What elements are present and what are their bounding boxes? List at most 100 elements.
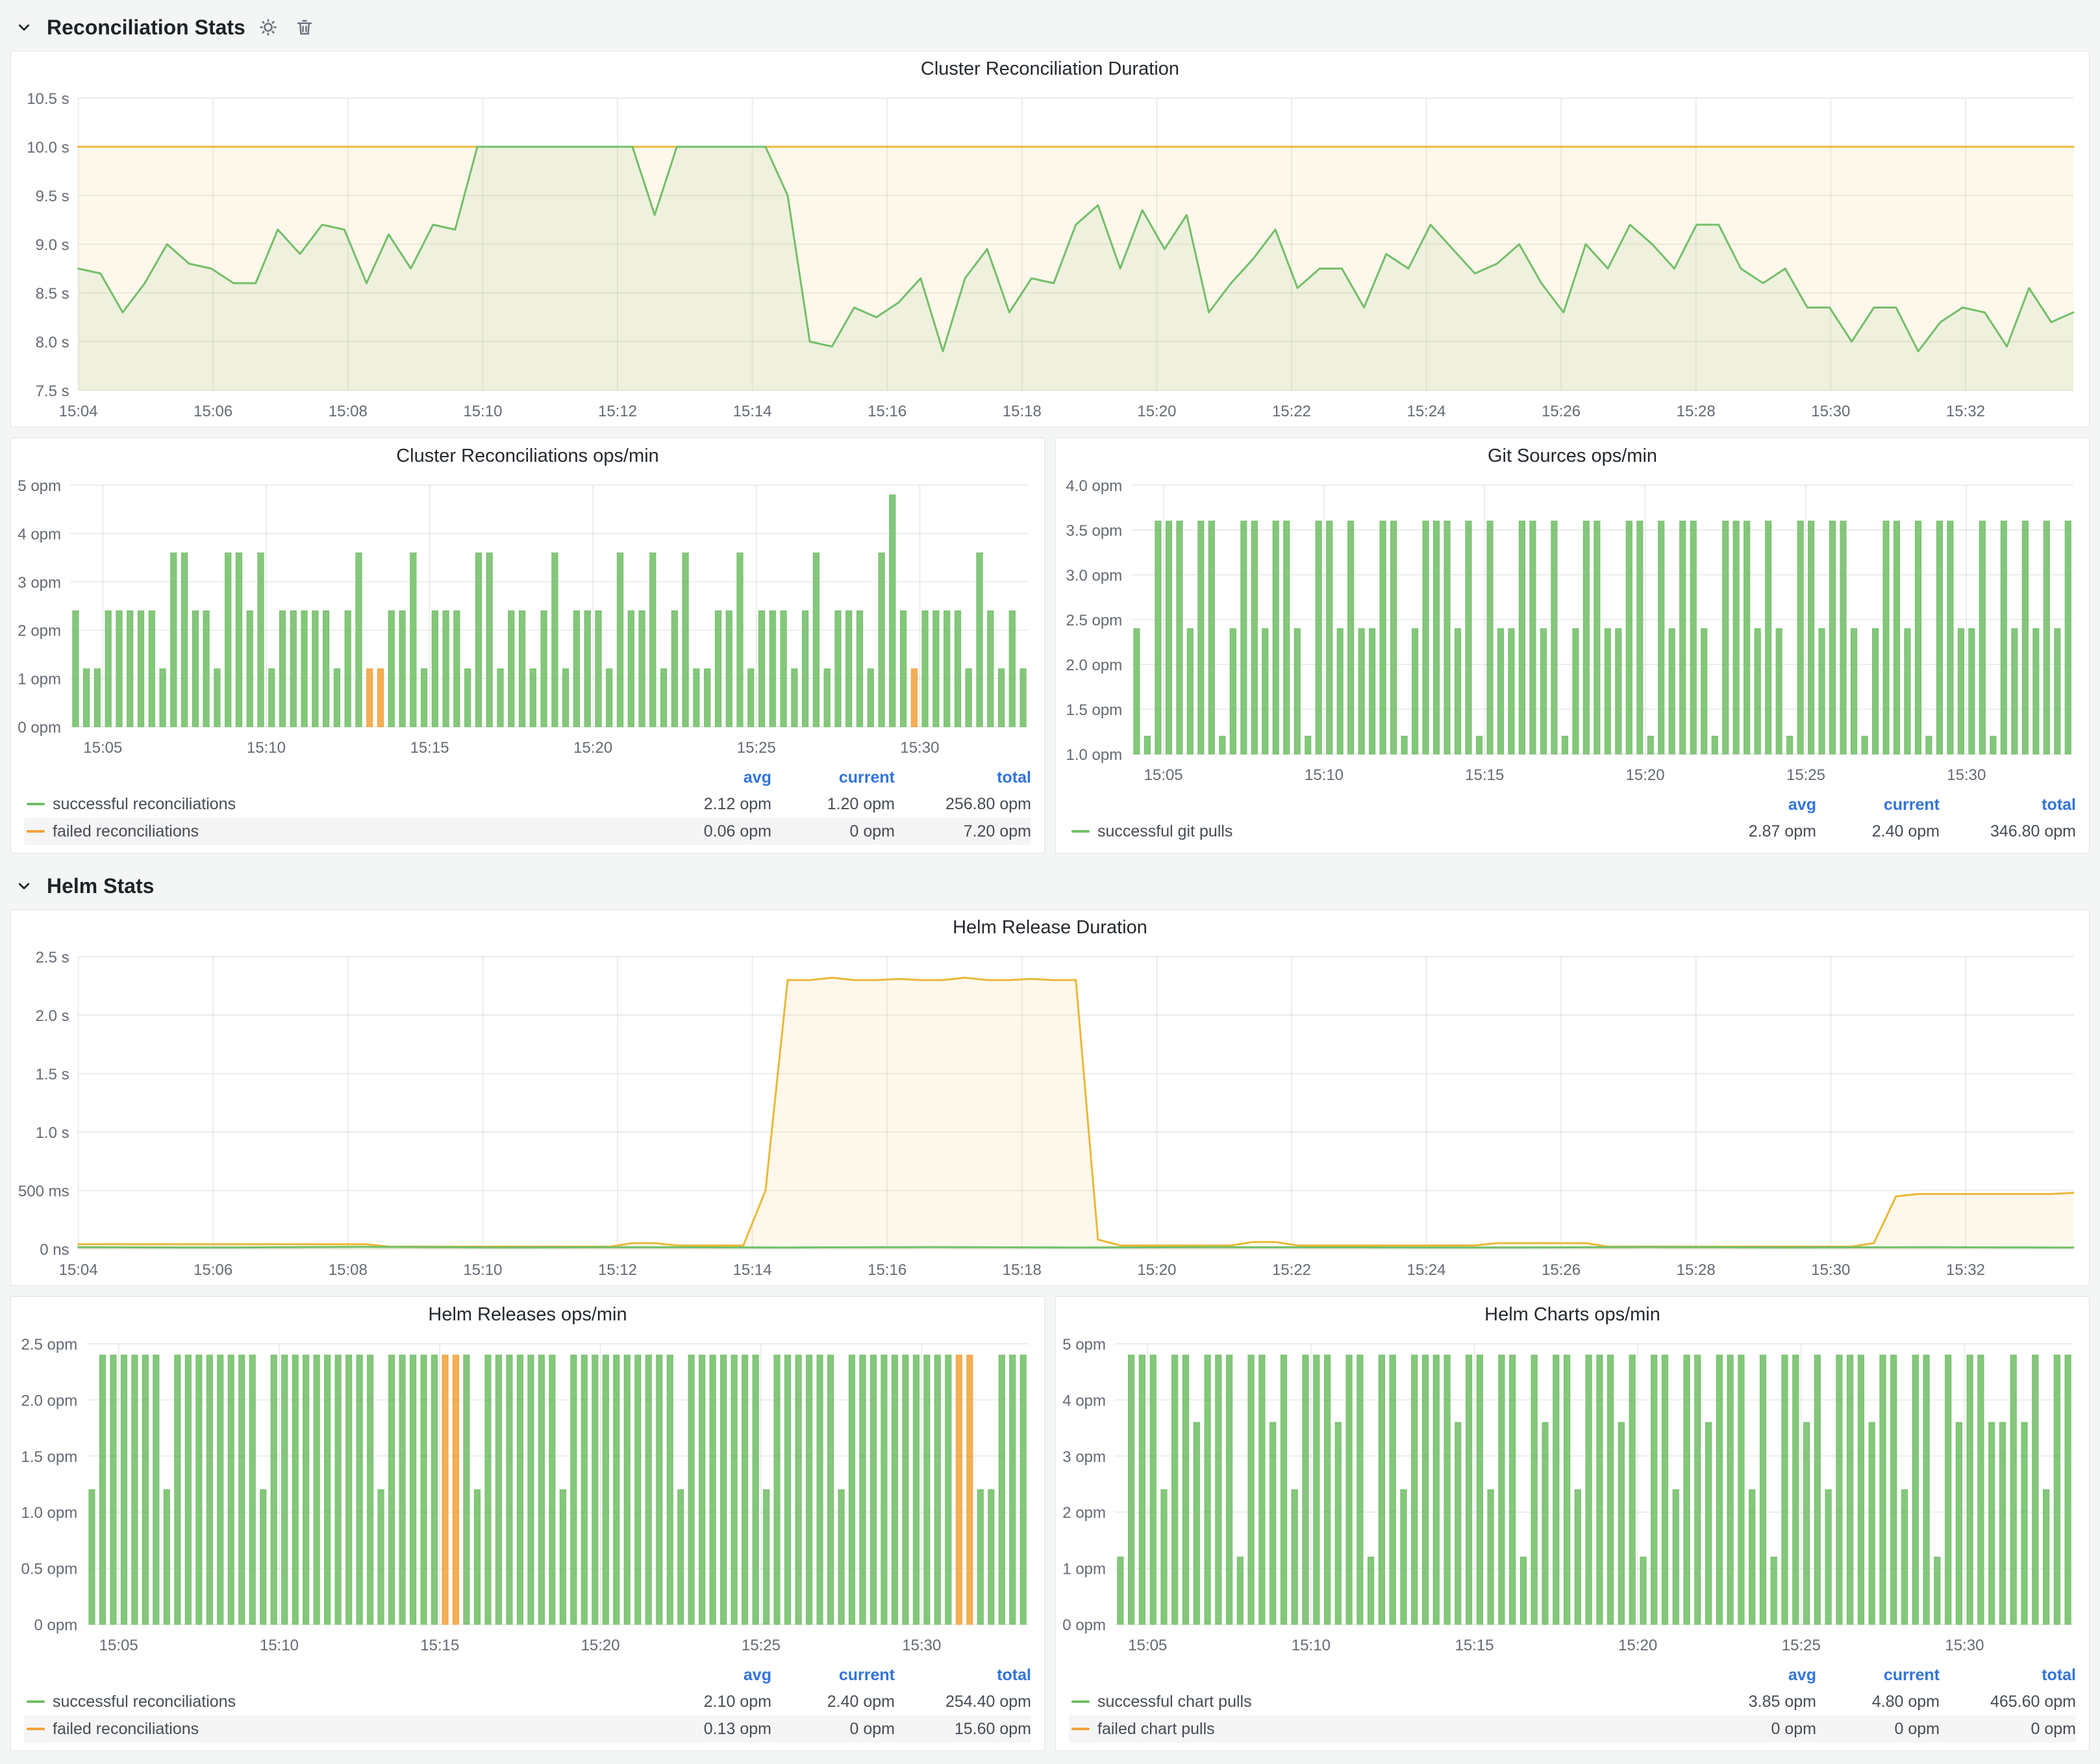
legend-current-value: 4.80 opm [1816, 1693, 1940, 1711]
section-title[interactable]: Helm Stats [47, 874, 154, 898]
svg-text:15:04: 15:04 [59, 1261, 98, 1279]
legend-avg-value: 2.12 opm [648, 795, 771, 814]
legend-col-avg[interactable]: avg [1693, 1666, 1816, 1685]
svg-text:15:25: 15:25 [1786, 766, 1825, 784]
svg-text:1.5 opm: 1.5 opm [1066, 701, 1122, 719]
svg-text:15:25: 15:25 [1782, 1637, 1821, 1654]
panel-helm-charts-opm: Helm Charts ops/min 0 opm1 opm2 opm3 opm… [1055, 1296, 2090, 1751]
helm-charts-chart[interactable]: 0 opm1 opm2 opm3 opm4 opm5 opm15:0515:10… [1056, 1332, 2089, 1661]
panel-title[interactable]: Git Sources ops/min [1056, 438, 2089, 473]
svg-text:15:16: 15:16 [868, 1261, 906, 1279]
legend: avg current total successful git pulls 2… [1056, 790, 2089, 853]
legend-series-toggle[interactable]: failed chart pulls [1069, 1720, 1693, 1739]
svg-text:10.5 s: 10.5 s [27, 90, 69, 108]
svg-text:2.0 s: 2.0 s [36, 1007, 69, 1025]
helm-releases-chart[interactable]: 0 opm0.5 opm1.0 opm1.5 opm2.0 opm2.5 opm… [11, 1332, 1044, 1661]
legend-col-current[interactable]: current [1816, 796, 1940, 814]
svg-text:15:08: 15:08 [329, 403, 368, 420]
svg-text:15:15: 15:15 [420, 1637, 459, 1654]
legend-current-value: 2.40 opm [771, 1693, 895, 1711]
legend-series-toggle[interactable]: successful reconciliations [24, 1693, 648, 1711]
svg-text:9.0 s: 9.0 s [36, 236, 69, 254]
cluster-reconciliations-chart[interactable]: 0 opm1 opm2 opm3 opm4 opm5 opm15:0515:10… [11, 473, 1044, 763]
svg-text:1.5 s: 1.5 s [36, 1066, 69, 1083]
svg-text:2 opm: 2 opm [18, 622, 61, 640]
section-title[interactable]: Reconciliation Stats [47, 16, 245, 40]
series-swatch [27, 803, 45, 805]
legend-total-value: 7.20 opm [895, 822, 1031, 841]
svg-text:9.5 s: 9.5 s [36, 188, 69, 205]
svg-text:15:05: 15:05 [99, 1637, 138, 1654]
legend-col-total[interactable]: total [1940, 1666, 2076, 1685]
svg-text:15:10: 15:10 [463, 1261, 502, 1279]
section-collapse-chevron-icon[interactable] [10, 14, 38, 41]
legend-col-avg[interactable]: avg [648, 768, 771, 787]
panel-title[interactable]: Cluster Reconciliation Duration [11, 51, 2089, 86]
svg-text:15:15: 15:15 [1455, 1637, 1494, 1654]
svg-text:15:25: 15:25 [737, 739, 776, 757]
legend-col-current[interactable]: current [771, 1666, 895, 1685]
svg-text:15:22: 15:22 [1272, 1261, 1311, 1279]
legend-total-value: 346.80 opm [1940, 822, 2076, 841]
svg-text:1 opm: 1 opm [1062, 1561, 1106, 1578]
legend-col-total[interactable]: total [895, 1666, 1031, 1685]
panel-cluster-reconciliation-duration: Cluster Reconciliation Duration 7.5 s8.0… [10, 51, 2090, 427]
svg-text:3.0 opm: 3.0 opm [1066, 567, 1122, 585]
legend-series-toggle[interactable]: failed reconciliations [24, 1720, 648, 1739]
gear-icon[interactable] [255, 14, 282, 41]
svg-text:15:20: 15:20 [573, 739, 612, 757]
legend-total-value: 465.60 opm [1940, 1693, 2076, 1711]
legend-series-toggle[interactable]: successful chart pulls [1069, 1693, 1693, 1711]
panel-git-sources-opm: Git Sources ops/min 1.0 opm1.5 opm2.0 op… [1055, 438, 2090, 853]
legend-series-toggle[interactable]: successful reconciliations [24, 795, 648, 814]
svg-text:15:12: 15:12 [598, 1261, 637, 1279]
svg-text:15:14: 15:14 [733, 1261, 772, 1279]
panel-title[interactable]: Helm Releases ops/min [11, 1297, 1044, 1332]
legend-col-total[interactable]: total [895, 768, 1031, 787]
legend-header-row: avg current total [1069, 1662, 2076, 1688]
legend-col-avg[interactable]: avg [648, 1666, 771, 1685]
section-collapse-chevron-icon[interactable] [10, 872, 38, 900]
svg-text:7.5 s: 7.5 s [36, 383, 69, 400]
svg-text:4.0 opm: 4.0 opm [1066, 477, 1122, 495]
section-header-helm-stats: Helm Stats [10, 869, 2090, 903]
legend-avg-value: 0.13 opm [648, 1720, 771, 1739]
svg-text:15:05: 15:05 [83, 739, 122, 757]
legend-series-toggle[interactable]: failed reconciliations [24, 822, 648, 841]
panel-title[interactable]: Helm Charts ops/min [1056, 1297, 2089, 1332]
svg-text:0 ns: 0 ns [40, 1241, 69, 1259]
svg-text:15:16: 15:16 [868, 403, 906, 420]
legend-current-value: 0 opm [771, 822, 895, 841]
helm-release-duration-chart[interactable]: 0 ns500 ms1.0 s1.5 s2.0 s2.5 s15:0415:06… [11, 945, 2089, 1285]
svg-text:15:12: 15:12 [598, 403, 637, 420]
panel-title[interactable]: Cluster Reconciliations ops/min [11, 438, 1044, 473]
svg-text:15:10: 15:10 [463, 403, 502, 420]
git-sources-chart[interactable]: 1.0 opm1.5 opm2.0 opm2.5 opm3.0 opm3.5 o… [1056, 473, 2089, 790]
panel-helm-releases-opm: Helm Releases ops/min 0 opm0.5 opm1.0 op… [10, 1296, 1045, 1751]
dashboard: Reconciliation Stats Cluster Reconciliat… [10, 10, 2090, 1751]
legend: avg current total successful reconciliat… [11, 763, 1044, 853]
legend-col-current[interactable]: current [771, 768, 895, 787]
svg-text:15:06: 15:06 [194, 403, 232, 420]
svg-text:15:30: 15:30 [1945, 1637, 1984, 1654]
legend-current-value: 2.40 opm [1816, 822, 1940, 841]
legend-col-avg[interactable]: avg [1693, 796, 1816, 814]
svg-text:0.5 opm: 0.5 opm [21, 1561, 77, 1578]
svg-text:15:18: 15:18 [1003, 403, 1042, 420]
panel-cluster-reconciliations-opm: Cluster Reconciliations ops/min 0 opm1 o… [10, 438, 1045, 853]
svg-text:15:28: 15:28 [1677, 403, 1716, 420]
legend-col-current[interactable]: current [1816, 1666, 1940, 1685]
legend: avg current total successful chart pulls… [1056, 1661, 2089, 1750]
svg-text:15:26: 15:26 [1542, 403, 1581, 420]
svg-text:15:25: 15:25 [742, 1637, 781, 1654]
legend-col-total[interactable]: total [1940, 796, 2076, 814]
series-swatch [27, 1700, 45, 1703]
legend-series-toggle[interactable]: successful git pulls [1069, 822, 1693, 841]
svg-text:2 opm: 2 opm [1062, 1504, 1106, 1522]
svg-text:15:30: 15:30 [1811, 403, 1850, 420]
panel-title[interactable]: Helm Release Duration [11, 910, 2089, 945]
svg-text:15:18: 15:18 [1003, 1261, 1042, 1279]
cluster-reconciliation-duration-chart[interactable]: 7.5 s8.0 s8.5 s9.0 s9.5 s10.0 s10.5 s15:… [11, 86, 2089, 427]
trash-icon[interactable] [291, 14, 318, 41]
svg-text:3 opm: 3 opm [18, 574, 61, 592]
